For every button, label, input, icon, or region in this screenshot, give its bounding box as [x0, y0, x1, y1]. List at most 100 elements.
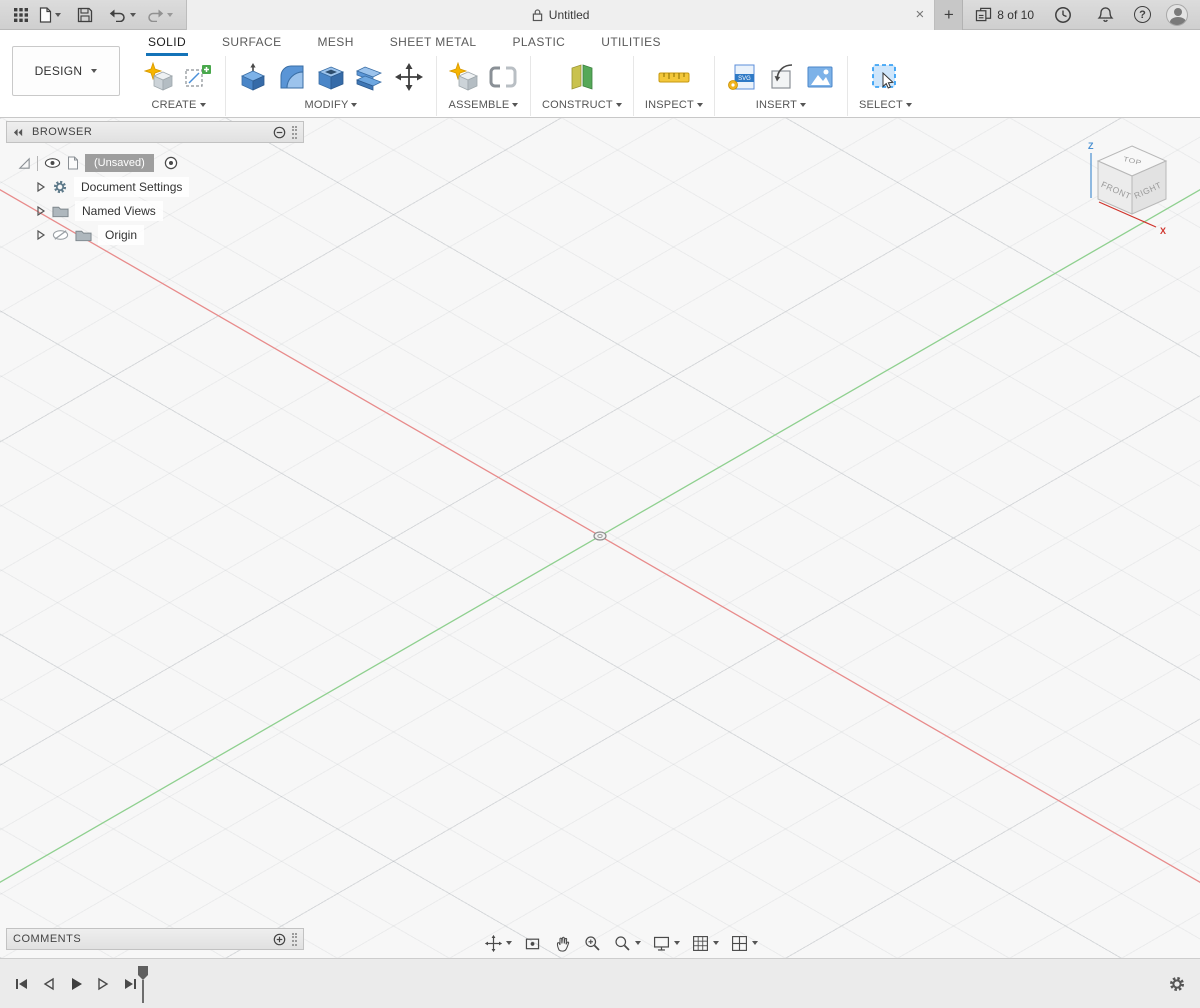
move-copy-button[interactable] [393, 61, 425, 93]
browser-row-document[interactable]: (Unsaved) [6, 151, 304, 175]
workspace-switcher-button[interactable]: DESIGN [12, 46, 120, 96]
press-pull-button[interactable] [237, 61, 269, 93]
pan-hand-button[interactable] [551, 932, 574, 955]
timeline-playback-controls [10, 959, 142, 1008]
bell-icon [1097, 6, 1114, 24]
create-sketch-button[interactable] [182, 61, 214, 93]
close-tab-button[interactable]: × [916, 0, 925, 30]
redo-button[interactable] [141, 0, 178, 30]
ribbon-group-select: SELECT [848, 56, 923, 116]
grid-snaps-button[interactable] [689, 932, 721, 955]
grid-icon [691, 934, 710, 953]
tab-solid[interactable]: SOLID [146, 31, 188, 56]
select-group-dropdown[interactable]: SELECT [859, 99, 912, 111]
document-tab[interactable]: Untitled × [186, 0, 935, 30]
help-button[interactable]: ? [1134, 6, 1151, 23]
collapse-panel-icon[interactable] [13, 127, 24, 138]
look-at-button[interactable] [521, 932, 544, 955]
lock-icon [532, 8, 543, 22]
activate-radio-icon[interactable] [164, 156, 178, 170]
press-pull-icon [238, 62, 268, 92]
app-grid-icon [13, 7, 29, 23]
step-back-button[interactable] [37, 972, 61, 996]
zoom-window-button[interactable] [581, 932, 604, 955]
timeline-settings-button[interactable] [1168, 959, 1186, 1008]
origin-marker[interactable] [594, 532, 606, 540]
construction-plane-button[interactable] [566, 61, 598, 93]
zoom-button[interactable] [611, 932, 643, 955]
job-status-button[interactable] [1049, 0, 1077, 30]
canvas-decal-button[interactable] [804, 61, 836, 93]
go-to-start-button[interactable] [10, 972, 34, 996]
play-button[interactable] [64, 972, 88, 996]
saves-remaining-badge[interactable]: 8 of 10 [975, 7, 1034, 22]
tab-sheet-metal[interactable]: SHEET METAL [388, 31, 479, 56]
panel-drag-grip[interactable] [292, 126, 297, 139]
user-avatar[interactable] [1166, 4, 1188, 26]
row-label[interactable]: Origin [98, 225, 144, 245]
new-component-icon [144, 62, 174, 92]
insert-group-dropdown[interactable]: INSERT [756, 99, 806, 111]
browser-header[interactable]: BROWSER [6, 121, 304, 143]
file-menu-button[interactable] [34, 0, 66, 30]
measure-button[interactable] [656, 61, 692, 93]
save-button[interactable] [72, 0, 98, 30]
tab-surface[interactable]: SURFACE [220, 31, 283, 56]
insert-svg-button[interactable]: SVG [726, 61, 758, 93]
modify-group-dropdown[interactable]: MODIFY [305, 99, 358, 111]
assemble-group-label: ASSEMBLE [449, 99, 510, 111]
fillet-button[interactable] [276, 61, 308, 93]
viewport-canvas[interactable]: BROWSER [0, 118, 1200, 958]
assemble-group-dropdown[interactable]: ASSEMBLE [449, 99, 519, 111]
joint-button[interactable] [487, 61, 519, 93]
undo-button[interactable] [104, 0, 141, 30]
modify-group-label: MODIFY [305, 99, 349, 111]
app-grid-button[interactable] [8, 0, 34, 30]
browser-row-document-settings[interactable]: Document Settings [6, 175, 304, 199]
expand-arrow-icon[interactable] [36, 229, 46, 241]
new-tab-button[interactable]: + [935, 0, 963, 30]
view-cube[interactable]: Z TOP FRONT RIGHT X [1070, 136, 1190, 241]
tab-plastic[interactable]: PLASTIC [510, 31, 567, 56]
minimize-panel-icon[interactable] [273, 126, 286, 139]
tab-mesh[interactable]: MESH [316, 31, 356, 56]
notifications-button[interactable] [1092, 0, 1119, 30]
insert-mesh-button[interactable] [765, 61, 797, 93]
step-forward-button[interactable] [91, 972, 115, 996]
file-icon [39, 7, 52, 23]
row-label[interactable]: Document Settings [74, 177, 189, 197]
browser-row-origin[interactable]: Origin [6, 223, 304, 247]
pan-orbit-button[interactable] [482, 932, 514, 955]
visibility-off-eye-icon[interactable] [52, 229, 69, 241]
select-button[interactable] [869, 61, 901, 93]
expand-arrow-icon[interactable] [36, 205, 46, 217]
new-component-button[interactable] [143, 61, 175, 93]
expand-arrow-icon[interactable] [36, 181, 46, 193]
top-bar-right-cluster: 8 of 10 ? [963, 0, 1200, 30]
move-arrows-icon [394, 62, 424, 92]
panel-drag-grip[interactable] [292, 933, 297, 946]
image-canvas-icon [805, 62, 835, 92]
display-settings-button[interactable] [650, 932, 682, 955]
timeline-position-marker[interactable] [136, 965, 150, 1008]
combine-icon [355, 62, 385, 92]
tab-utilities[interactable]: UTILITIES [599, 31, 663, 56]
shell-button[interactable] [315, 61, 347, 93]
browser-row-named-views[interactable]: Named Views [6, 199, 304, 223]
construct-group-dropdown[interactable]: CONSTRUCT [542, 99, 622, 111]
combine-button[interactable] [354, 61, 386, 93]
create-group-dropdown[interactable]: CREATE [151, 99, 205, 111]
saves-remaining-icon [975, 7, 992, 22]
viewports-button[interactable] [728, 932, 760, 955]
document-name[interactable]: (Unsaved) [85, 154, 154, 172]
visibility-eye-icon[interactable] [44, 157, 61, 169]
add-comment-icon[interactable] [273, 933, 286, 946]
comments-header[interactable]: COMMENTS [6, 928, 304, 950]
row-label[interactable]: Named Views [75, 201, 163, 221]
ribbon-group-insert: SVG [715, 56, 848, 116]
fillet-icon [277, 62, 307, 92]
new-component-icon [449, 62, 479, 92]
active-component-icon [18, 157, 31, 170]
assemble-new-component-button[interactable] [448, 61, 480, 93]
inspect-group-dropdown[interactable]: INSPECT [645, 99, 703, 111]
